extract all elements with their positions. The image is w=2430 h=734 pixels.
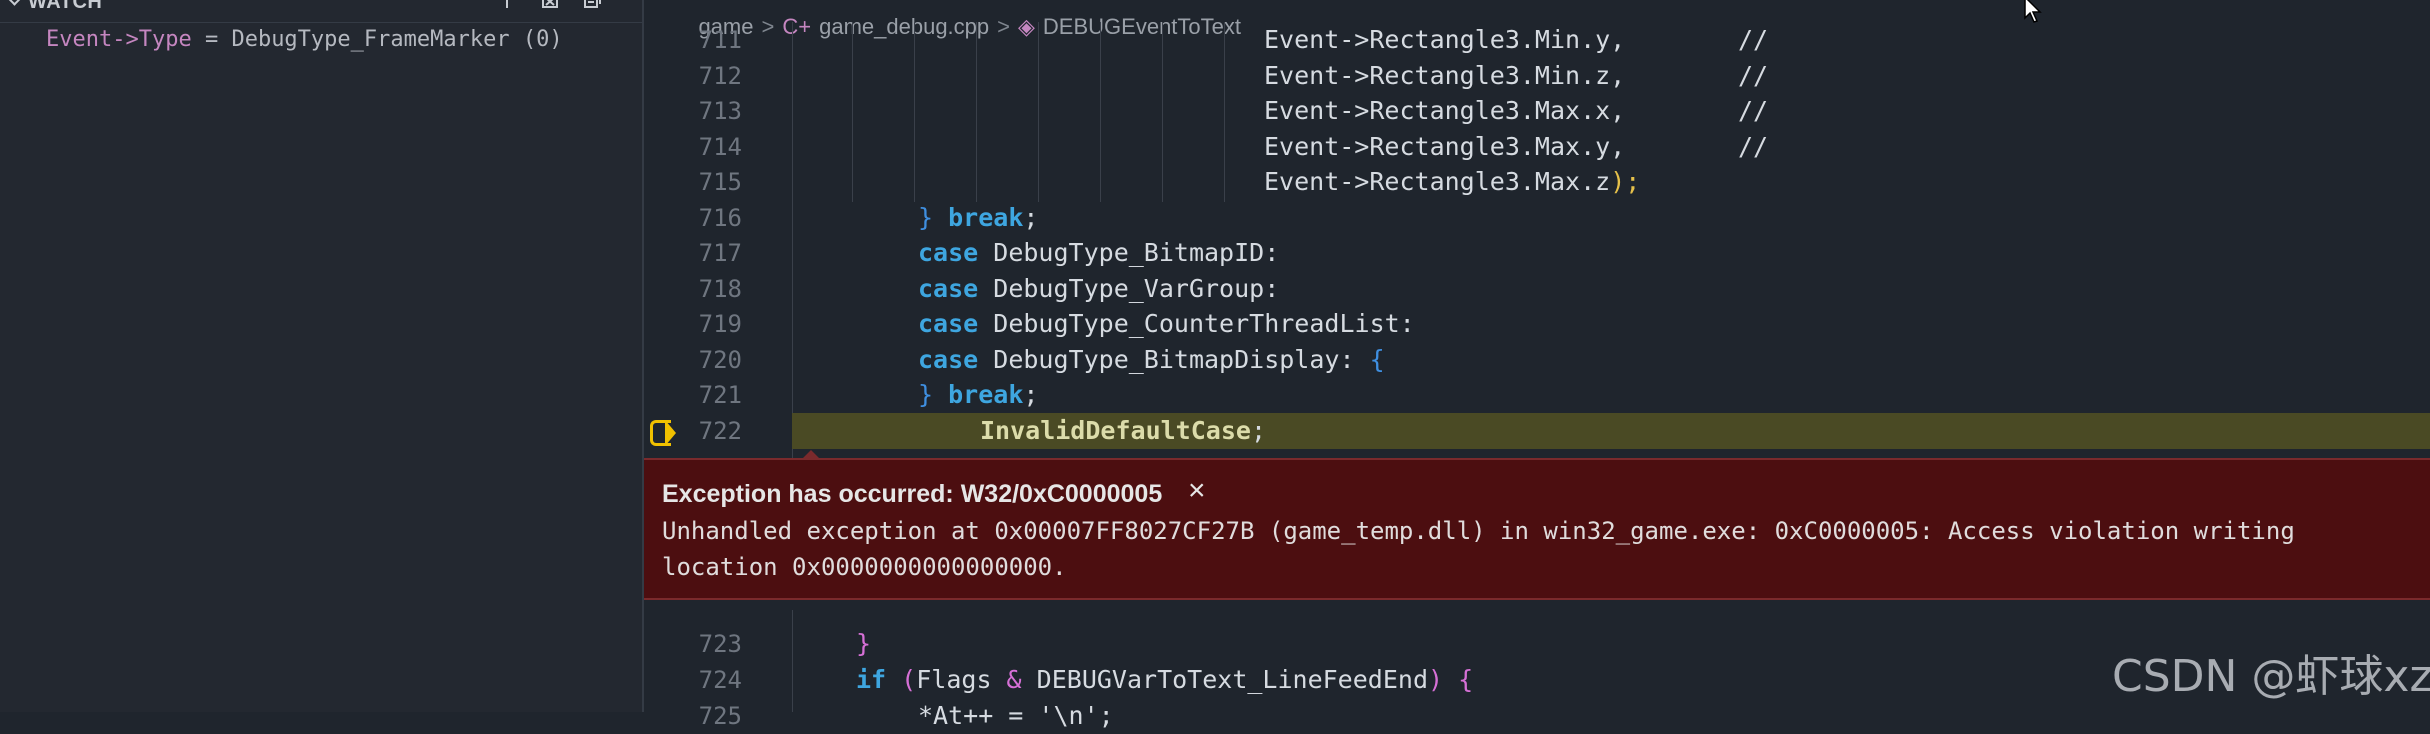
watch-expression-value: DebugType_FrameMarker (0)	[231, 27, 563, 52]
line-number: 725	[698, 702, 742, 730]
code-editor[interactable]: game > C+ game_debug.cpp > ◈ DEBUGEventToText …	[644, 0, 2430, 730]
code-text: Event->Rectangle3.Max.z);	[1264, 167, 1641, 196]
line-number: 714	[698, 133, 742, 161]
code-text: case DebugType_VarGroup:	[918, 274, 1280, 303]
code-text: Event->Rectangle3.Max.y,//	[1264, 132, 1769, 161]
add-expression-icon[interactable]	[498, 0, 516, 8]
exception-title: Exception has occurred: W32/0xC0000005	[662, 480, 1163, 508]
code-line[interactable]: 714 Event->Rectangle3.Max.y,//	[644, 129, 2430, 165]
code-text: case DebugType_BitmapID:	[918, 238, 1280, 267]
watch-expression-name: Event->Type	[46, 27, 192, 52]
code-line[interactable]: 711 Event->Rectangle3.Min.y,//	[644, 22, 2430, 58]
exception-pointer	[801, 450, 821, 460]
line-number: 717	[698, 239, 742, 267]
line-number: 720	[698, 346, 742, 374]
code-text: }	[856, 629, 872, 658]
code-line[interactable]: 720 case DebugType_BitmapDisplay: {	[644, 342, 2430, 378]
watch-title: WATCH	[28, 0, 103, 13]
watch-expression-row[interactable]: Event->Type = DebugType_FrameMarker (0)	[46, 27, 563, 52]
code-line[interactable]: 719 case DebugType_CounterThreadList:	[644, 306, 2430, 342]
code-line[interactable]: 718 case DebugType_VarGroup:	[644, 271, 2430, 307]
watch-header[interactable]: WATCH	[0, 0, 642, 23]
close-icon[interactable]: ×	[1188, 474, 1206, 508]
code-line[interactable]: 716 } break;	[644, 200, 2430, 236]
watermark: CSDN @虾球xz	[2112, 651, 2430, 702]
code-text: } break;	[918, 203, 1039, 232]
exception-widget: Exception has occurred: W32/0xC0000005 ×…	[644, 450, 2430, 600]
line-number: 719	[698, 310, 742, 338]
remove-all-expressions-icon[interactable]	[542, 0, 560, 8]
code-text: case DebugType_BitmapDisplay: {	[918, 345, 1385, 374]
collapse-all-icon[interactable]	[584, 0, 602, 8]
chevron-down-icon[interactable]	[5, 0, 24, 6]
watch-equals: =	[191, 27, 232, 52]
line-number: 711	[698, 26, 742, 54]
code-line[interactable]: 713 Event->Rectangle3.Max.x,//	[644, 93, 2430, 129]
code-line[interactable]: 715 Event->Rectangle3.Max.z);	[644, 164, 2430, 200]
code-line[interactable]: 712 Event->Rectangle3.Min.z,//	[644, 58, 2430, 94]
code-text: case DebugType_CounterThreadList:	[918, 309, 1415, 338]
code-line[interactable]: 721 } break;	[644, 377, 2430, 413]
line-number: 723	[698, 630, 742, 658]
exception-message-line2: location 0x0000000000000000.	[662, 553, 1067, 581]
watch-panel: WATCH Event->Type = DebugType_FrameMarke…	[0, 0, 642, 712]
code-text: *At++ = '\n';	[918, 701, 1114, 730]
line-number: 712	[698, 62, 742, 90]
code-text: InvalidDefaultCase;	[980, 416, 1266, 445]
code-text: } break;	[918, 380, 1039, 409]
code-text: Event->Rectangle3.Min.y,//	[1264, 25, 1769, 54]
exception-message-line1: Unhandled exception at 0x00007FF8027CF27…	[662, 517, 2295, 545]
code-text: if (Flags & DEBUGVarToText_LineFeedEnd) …	[856, 665, 1474, 694]
code-text: Event->Rectangle3.Max.x,//	[1264, 96, 1769, 125]
line-number: 713	[698, 97, 742, 125]
line-number: 722	[698, 417, 742, 445]
line-number: 718	[698, 275, 742, 303]
line-number: 721	[698, 381, 742, 409]
current-line[interactable]: 722 InvalidDefaultCase;	[644, 413, 2430, 449]
line-number: 724	[698, 666, 742, 694]
mouse-cursor-icon	[2024, 0, 2042, 23]
line-number: 716	[698, 204, 742, 232]
code-text: Event->Rectangle3.Min.z,//	[1264, 61, 1769, 90]
code-line[interactable]: 717 case DebugType_BitmapID:	[644, 235, 2430, 271]
line-number: 715	[698, 168, 742, 196]
